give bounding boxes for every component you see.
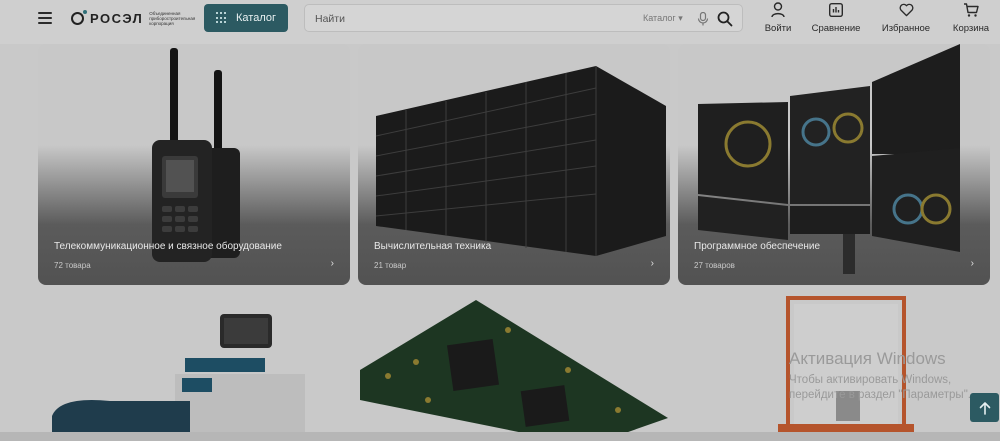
category-title: Программное обеспечение (694, 241, 821, 252)
cart-label: Корзина (952, 23, 990, 34)
radio-device-image (152, 48, 240, 262)
bottom-strip (0, 432, 1000, 441)
search-icon[interactable] (717, 11, 733, 27)
search-input[interactable] (315, 11, 615, 27)
windows-activation-watermark: Активация Windows Чтобы активировать Win… (789, 349, 971, 403)
category-card-software[interactable]: Программное обеспечение 27 товаров › (678, 44, 990, 285)
category-title: Вычислительная техника (374, 241, 492, 252)
compare-icon (829, 3, 843, 17)
search-bar: Каталог ▾ (304, 4, 743, 32)
search-scope-label: Каталог (643, 13, 676, 23)
catalog-button-label: Каталог (236, 12, 276, 24)
logo-subtitle: Объединенная приборостроительная корпора… (149, 10, 196, 26)
logo-text: РОСЭЛ (90, 10, 144, 26)
menu-icon[interactable] (38, 12, 52, 24)
cart-icon (964, 3, 979, 17)
chevron-right-icon: › (330, 258, 334, 269)
category-card-medical[interactable] (38, 296, 350, 441)
logo-mark-icon (71, 9, 87, 25)
scroll-to-top-button[interactable] (970, 393, 999, 422)
medical-equipment-image (52, 314, 305, 441)
circuit-board-image (360, 300, 668, 441)
watermark-line-2: перейдите в раздел "Параметры". (789, 389, 971, 401)
favorites-button[interactable]: Избранное (880, 2, 932, 34)
category-count: 21 товар (374, 261, 407, 270)
category-card-computing[interactable]: Вычислительная техника 21 товар › (358, 44, 670, 285)
category-count: 72 товара (54, 261, 91, 270)
site-header: РОСЭЛ Объединенная приборостроительная к… (0, 0, 1000, 44)
cart-button[interactable]: Корзина (952, 2, 990, 34)
category-count: 27 товаров (694, 261, 735, 270)
favorites-label: Избранное (881, 23, 931, 34)
arrow-up-icon (979, 401, 990, 415)
heart-icon (899, 3, 913, 17)
category-card-telecom[interactable]: Телекоммуникационное и связное оборудова… (38, 44, 350, 285)
category-title: Телекоммуникационное и связное оборудова… (54, 241, 282, 252)
watermark-line-1: Чтобы активировать Windows, (789, 374, 952, 386)
compare-button[interactable]: Сравнение (810, 2, 862, 34)
chevron-right-icon: › (970, 258, 974, 269)
login-label: Войти (764, 23, 792, 34)
microphone-icon[interactable] (697, 12, 709, 26)
chevron-right-icon: › (650, 258, 654, 269)
compare-label: Сравнение (811, 23, 861, 34)
catalog-button[interactable]: Каталог (204, 4, 288, 32)
user-icon (771, 2, 785, 18)
search-scope-dropdown[interactable]: Каталог ▾ (643, 13, 683, 24)
login-button[interactable]: Войти (764, 2, 792, 34)
logo[interactable]: РОСЭЛ Объединенная приборостроительная к… (71, 8, 197, 28)
server-racks-image (375, 66, 666, 256)
category-card-electronics[interactable] (358, 296, 670, 441)
watermark-title: Активация Windows (789, 349, 946, 368)
grid-dots-icon (216, 12, 228, 24)
